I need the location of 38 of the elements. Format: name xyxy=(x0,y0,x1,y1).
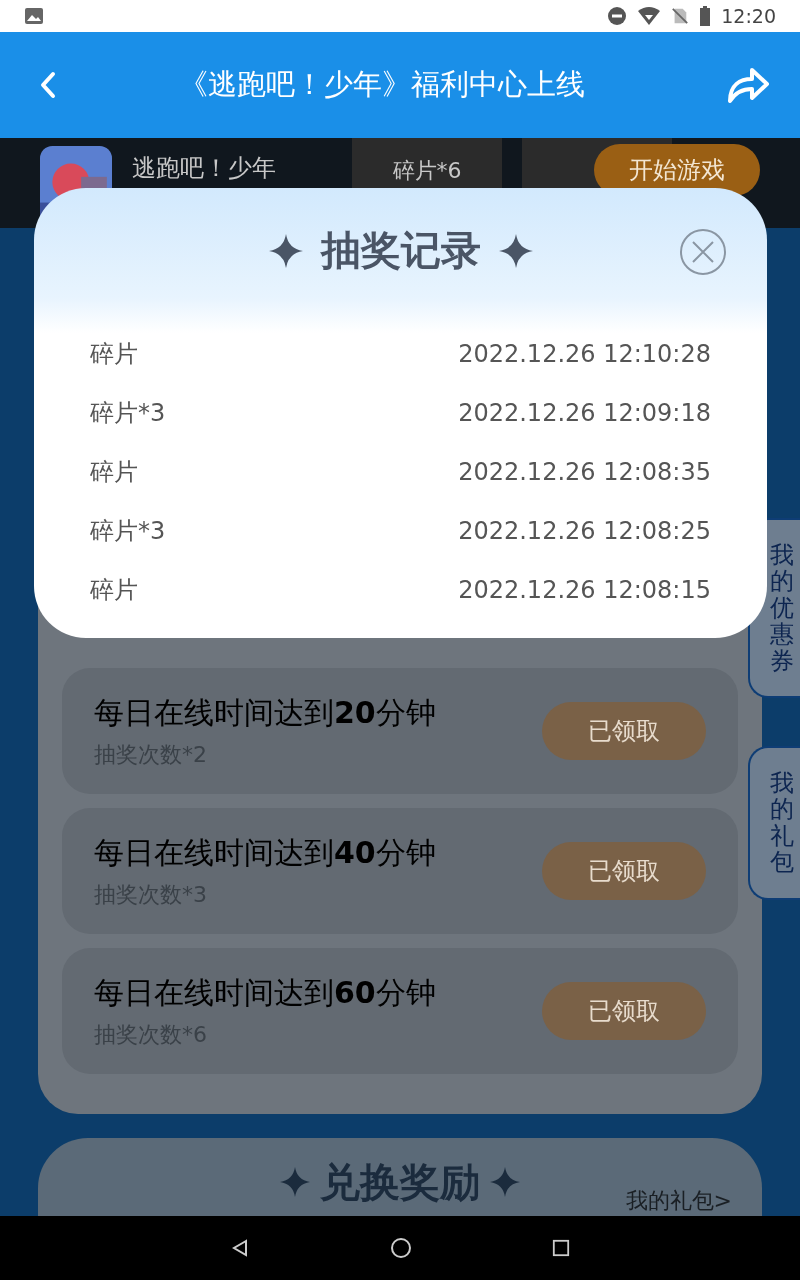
record-time: 2022.12.26 12:08:15 xyxy=(458,575,711,604)
no-sim-icon xyxy=(671,6,690,26)
record-item: 碎片*3 xyxy=(90,515,166,547)
sparkle-icon xyxy=(490,1167,520,1197)
home-nav-icon[interactable] xyxy=(390,1237,412,1259)
claim-button[interactable]: 已领取 xyxy=(542,702,706,760)
task-title: 每日在线时间达到20分钟 xyxy=(94,693,436,732)
record-item: 碎片 xyxy=(90,574,138,606)
sparkle-icon xyxy=(280,1167,310,1197)
record-time: 2022.12.26 12:08:25 xyxy=(458,516,711,545)
claim-button[interactable]: 已领取 xyxy=(542,842,706,900)
record-time: 2022.12.26 12:10:28 xyxy=(458,339,711,368)
claim-button[interactable]: 已领取 xyxy=(542,982,706,1040)
do-not-disturb-icon xyxy=(607,6,628,26)
page-title: 《逃跑吧！少年》福利中心上线 xyxy=(178,66,586,103)
close-icon[interactable] xyxy=(679,228,727,276)
record-time: 2022.12.26 12:08:35 xyxy=(458,457,711,486)
record-item: 碎片*3 xyxy=(90,397,166,429)
sparkle-icon xyxy=(498,233,533,268)
section-title: 兑换奖励 xyxy=(320,1157,480,1207)
image-icon xyxy=(24,6,44,26)
task-title: 每日在线时间达到40分钟 xyxy=(94,833,436,872)
task-title: 每日在线时间达到60分钟 xyxy=(94,973,436,1012)
back-icon[interactable] xyxy=(38,70,58,100)
my-gifts-link[interactable]: 我的礼包> xyxy=(625,1186,732,1216)
record-time: 2022.12.26 12:09:18 xyxy=(458,398,711,427)
wifi-icon xyxy=(637,6,662,26)
record-item: 碎片 xyxy=(90,456,138,488)
sparkle-icon xyxy=(268,233,303,268)
battery-icon xyxy=(699,6,712,26)
clock-time: 12:20 xyxy=(721,5,776,27)
dialog-title: 抽奖记录 xyxy=(320,226,481,275)
share-icon[interactable] xyxy=(726,65,770,105)
recents-nav-icon[interactable] xyxy=(552,1239,570,1257)
record-item: 碎片 xyxy=(90,338,138,370)
back-nav-icon[interactable] xyxy=(230,1238,250,1258)
side-tab[interactable]: 我的礼包 xyxy=(748,745,800,900)
game-name: 逃跑吧！少年 xyxy=(132,153,277,184)
